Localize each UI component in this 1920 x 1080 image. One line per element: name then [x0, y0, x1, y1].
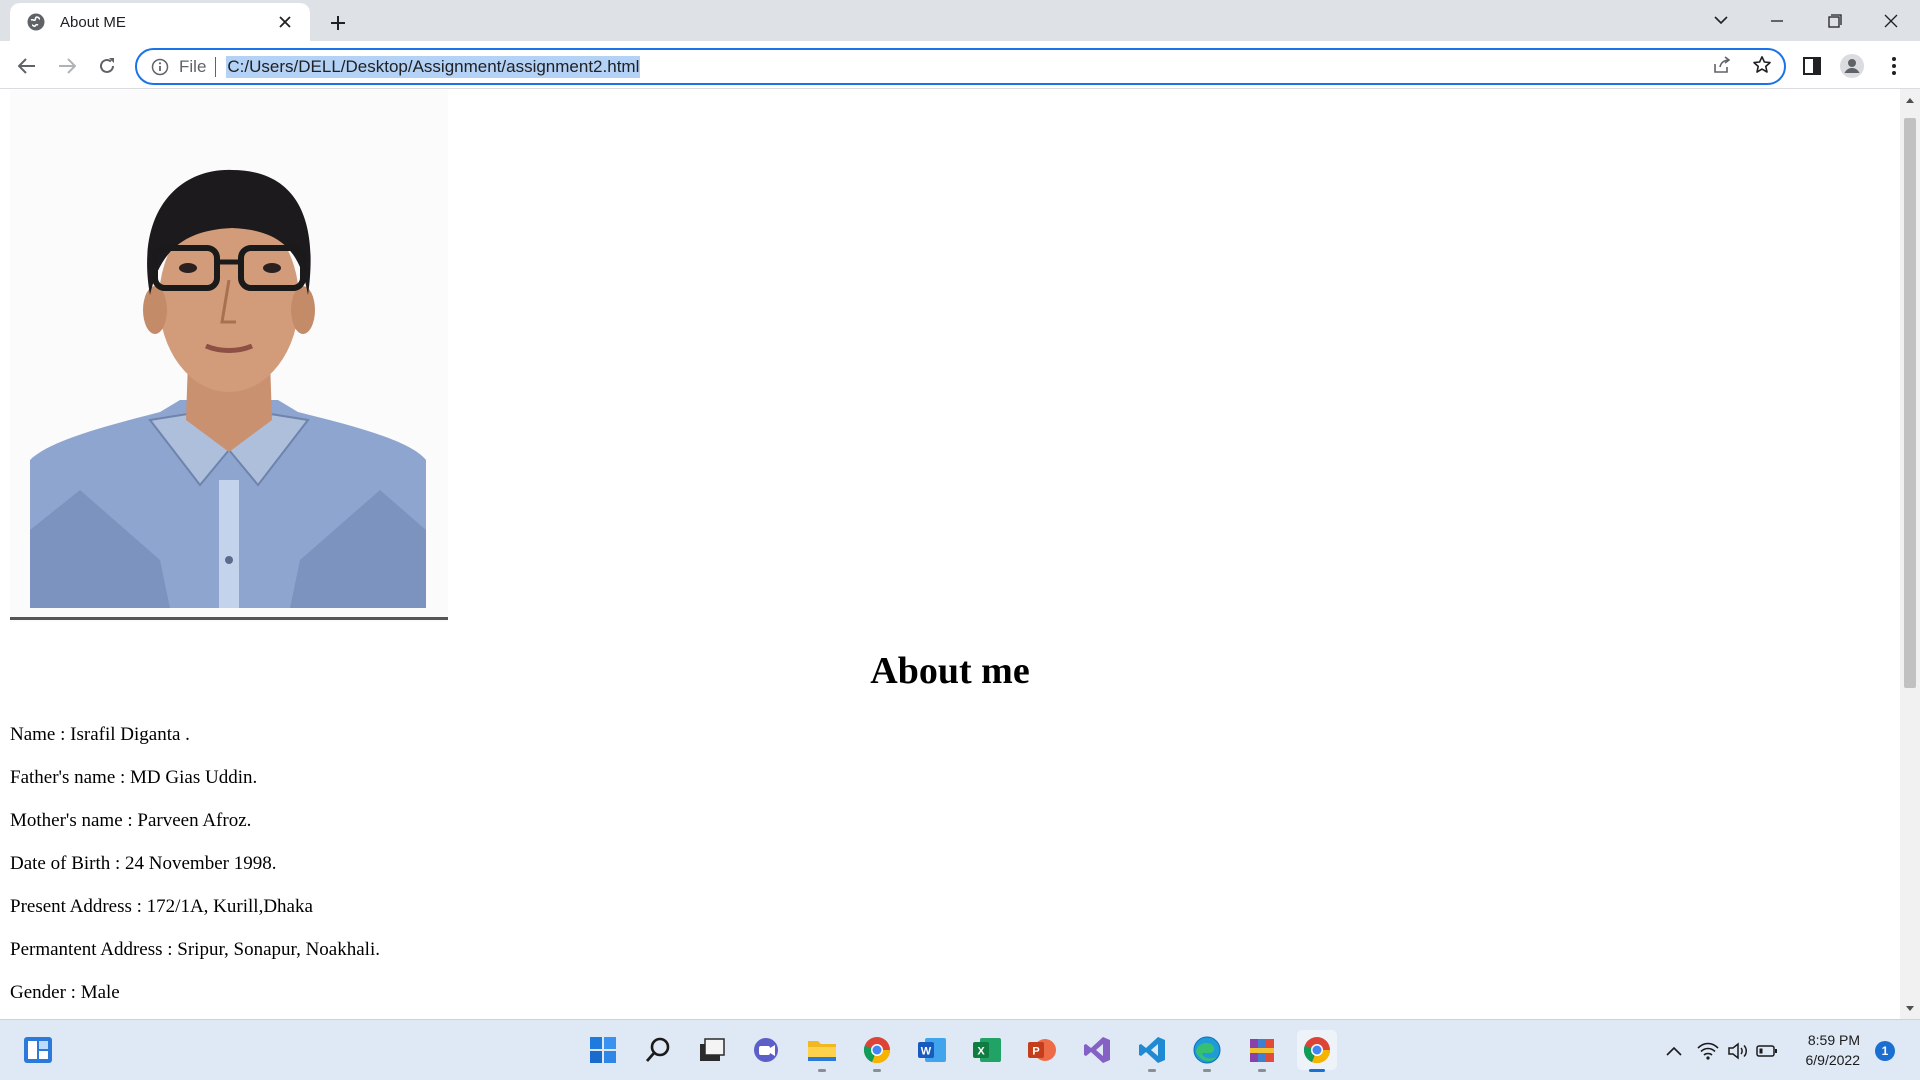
svg-text:P: P [1032, 1046, 1039, 1058]
scroll-up-arrow-icon[interactable] [1900, 89, 1920, 111]
active-indicator [1309, 1069, 1325, 1072]
running-indicator [818, 1069, 826, 1072]
bookmark-star-icon[interactable] [1747, 50, 1777, 80]
menu-kebab-icon[interactable] [1878, 50, 1910, 82]
detail-present-address: Present Address : 172/1A, Kurill,Dhaka [10, 896, 313, 917]
running-indicator [1148, 1069, 1156, 1072]
detail-permanent-address: Permantent Address : Sripur, Sonapur, No… [10, 939, 380, 960]
scroll-thumb[interactable] [1904, 118, 1916, 688]
visual-studio-icon[interactable] [1077, 1030, 1117, 1070]
powerpoint-icon[interactable]: P [1022, 1030, 1062, 1070]
running-indicator [873, 1069, 881, 1072]
clock-date: 6/9/2022 [1805, 1052, 1861, 1068]
url-separator [215, 56, 217, 77]
tab-title: About ME [60, 13, 126, 31]
tab-search-icon[interactable] [1692, 0, 1750, 41]
excel-icon[interactable]: X [967, 1030, 1007, 1070]
chrome-active-icon[interactable] [1297, 1030, 1337, 1072]
search-icon[interactable] [638, 1030, 678, 1070]
profile-avatar-icon[interactable] [1836, 50, 1868, 82]
close-tab-icon[interactable] [274, 11, 296, 33]
restore-button[interactable] [1806, 0, 1864, 41]
start-icon[interactable] [583, 1030, 623, 1070]
address-bar[interactable]: File C:/Users/DELL/Desktop/Assignment/as… [135, 48, 1786, 85]
battery-icon[interactable] [1754, 1038, 1780, 1064]
winrar-icon[interactable] [1242, 1030, 1282, 1072]
file-explorer-icon[interactable] [802, 1030, 842, 1072]
detail-name: Name : Israfil Diganta . [10, 724, 190, 745]
info-icon[interactable] [151, 58, 169, 76]
wifi-icon[interactable] [1695, 1038, 1721, 1064]
task-view-icon[interactable] [692, 1030, 732, 1070]
back-button[interactable] [11, 50, 43, 82]
detail-fathers-name: Father's name : MD Gias Uddin. [10, 767, 258, 788]
profile-photo [10, 90, 448, 622]
forward-button[interactable] [51, 50, 83, 82]
edge-icon[interactable] [1187, 1030, 1227, 1072]
url-scheme-label: File [179, 56, 207, 76]
chevron-up-icon[interactable] [1661, 1038, 1687, 1064]
page-scrollbar[interactable] [1900, 89, 1920, 1019]
minimize-button[interactable] [1748, 0, 1806, 41]
teams-chat-icon[interactable] [747, 1030, 787, 1070]
svg-text:W: W [921, 1046, 932, 1058]
page-viewport: About me Name : Israfil Diganta . Father… [0, 89, 1900, 1019]
side-panel-icon[interactable] [1796, 50, 1828, 82]
tab-about-me[interactable]: About ME [10, 3, 310, 41]
notification-badge[interactable]: 1 [1875, 1041, 1895, 1061]
windows-taskbar: W X P 8:59 PM 6/9/2022 1 [0, 1019, 1920, 1080]
taskbar-clock[interactable]: 8:59 PM 6/9/2022 [1780, 1030, 1861, 1070]
detail-gender: Gender : Male [10, 982, 120, 1003]
globe-icon [26, 12, 46, 32]
chrome-icon[interactable] [857, 1030, 897, 1072]
reload-button[interactable] [91, 50, 123, 82]
vscode-icon[interactable] [1132, 1030, 1172, 1072]
widgets-icon[interactable] [18, 1030, 58, 1070]
share-icon[interactable] [1707, 50, 1737, 80]
new-tab-button[interactable] [324, 9, 352, 37]
word-icon[interactable]: W [912, 1030, 952, 1070]
volume-icon[interactable] [1725, 1038, 1751, 1064]
tab-strip: About ME [0, 0, 1920, 41]
running-indicator [1203, 1069, 1211, 1072]
clock-time: 8:59 PM [1807, 1032, 1860, 1048]
photo-bottom-border [10, 617, 448, 620]
detail-date-of-birth: Date of Birth : 24 November 1998. [10, 853, 277, 874]
browser-toolbar: File C:/Users/DELL/Desktop/Assignment/as… [0, 41, 1920, 89]
running-indicator [1258, 1069, 1266, 1072]
page-title: About me [870, 650, 1030, 692]
svg-text:X: X [977, 1046, 985, 1058]
scroll-down-arrow-icon[interactable] [1900, 997, 1920, 1019]
url-text[interactable]: C:/Users/DELL/Desktop/Assignment/assignm… [226, 55, 641, 78]
detail-mothers-name: Mother's name : Parveen Afroz. [10, 810, 252, 831]
close-window-button[interactable] [1862, 0, 1920, 41]
